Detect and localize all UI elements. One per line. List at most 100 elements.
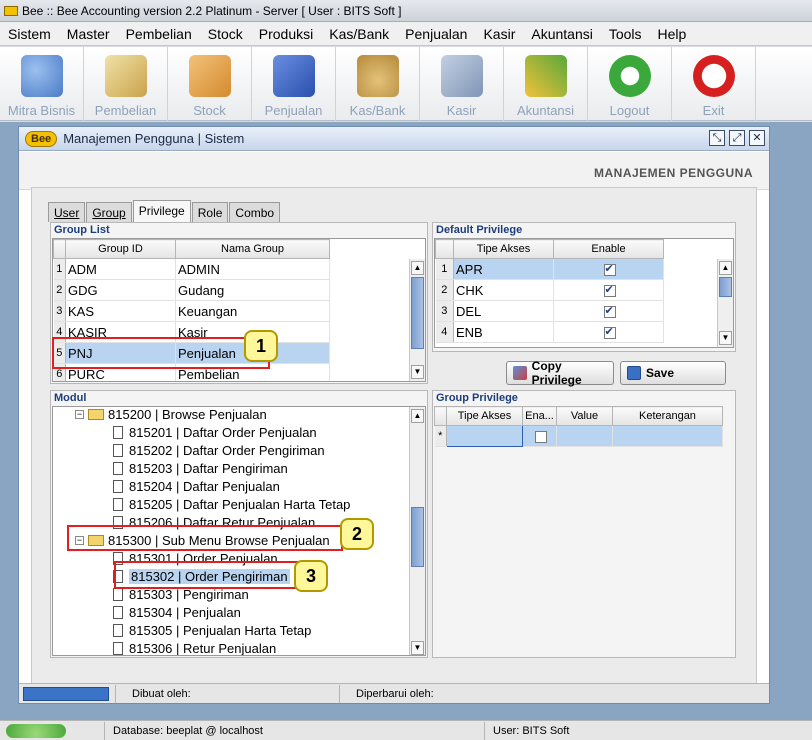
folder-open-icon [88,408,104,420]
scroll-up-icon[interactable]: ▲ [719,261,732,275]
table-row[interactable]: 4 ENB [435,321,664,343]
table-row[interactable]: 3 DEL [435,300,664,322]
copy-users-icon [513,366,527,380]
callout-badge-2: 2 [340,518,374,550]
maximize-icon[interactable]: ⤢ [729,130,745,146]
scroll-down-icon[interactable]: ▼ [411,365,424,379]
toolbar-exit-button[interactable]: Exit [672,47,756,121]
power-icon [692,55,735,97]
menu-tools[interactable]: Tools [607,24,644,44]
table-row[interactable]: 3 KAS Keuangan [53,300,330,322]
toolbar-pembelian-button[interactable]: Pembelian [84,47,168,121]
tree-node[interactable]: 815203 | Daftar Pengiriman [113,459,288,477]
keterangan-input[interactable] [612,425,723,447]
document-icon [113,497,123,511]
document-icon [113,443,123,457]
toolbar-kasir-button[interactable]: Kasir [420,47,504,121]
table-row[interactable]: 2 GDG Gudang [53,279,330,301]
col-tipe-akses[interactable]: Tipe Akses [453,239,554,259]
col-keterangan[interactable]: Keterangan [612,406,723,426]
enable-checkbox[interactable] [603,325,616,340]
tab-role[interactable]: Role [191,202,229,222]
collapse-icon[interactable]: − [75,409,84,419]
tab-group[interactable]: Group [86,202,132,222]
callout-badge-3: 3 [294,560,328,592]
tree-node-folder[interactable]: − 815200 | Browse Penjualan [75,407,267,423]
callout-badge-1: 1 [244,330,278,362]
value-input[interactable] [556,425,613,447]
toolbar-mitra-bisnis-button[interactable]: Mitra Bisnis [0,47,84,121]
tab-combo[interactable]: Combo [229,202,281,222]
col-enable[interactable]: Enable [553,239,664,259]
toolbar-kas-bank-button[interactable]: Kas/Bank [336,47,420,121]
group-privilege-grid[interactable]: Tipe Akses Ena... Value Keterangan * [434,406,734,656]
header-band: MANAJEMEN PENGGUNA [19,152,769,190]
scroll-up-icon[interactable]: ▲ [411,409,424,423]
save-button[interactable]: Save [620,361,726,385]
tree-node[interactable]: 815304 | Penjualan [113,603,241,621]
default-privilege-scrollbar[interactable]: ▲ ▼ [717,259,733,347]
table-row[interactable]: 1 ADM ADMIN [53,258,330,280]
col-value[interactable]: Value [556,406,613,426]
toolbar-stock-button[interactable]: Stock [168,47,252,121]
tab-user[interactable]: User [48,202,86,222]
tab-privilege[interactable]: Privilege [132,200,191,222]
child-title-bar: Bee Manajemen Pengguna | Sistem ⤡ ⤢ ✕ [19,127,769,151]
toolbar-akuntansi-button[interactable]: Akuntansi [504,47,588,121]
tree-node[interactable]: 815202 | Daftar Order Pengiriman [113,441,325,459]
people-icon [20,55,63,97]
group-list-title: Group List [54,224,110,236]
tree-node[interactable]: 815305 | Penjualan Harta Tetap [113,621,311,639]
copy-privilege-button[interactable]: Copy Privilege [506,359,614,387]
menu-sistem[interactable]: Sistem [6,24,53,44]
tree-node[interactable]: 815201 | Daftar Order Penjualan [113,423,317,441]
toolbar-logout-button[interactable]: Logout [588,47,672,121]
toolbar-penjualan-button[interactable]: Penjualan [252,47,336,121]
menu-bar: Sistem Master Pembelian Stock Produksi K… [0,22,812,46]
scroll-up-icon[interactable]: ▲ [411,261,424,275]
scroll-down-icon[interactable]: ▼ [411,641,424,655]
menu-kas-bank[interactable]: Kas/Bank [327,24,391,44]
menu-help[interactable]: Help [656,24,689,44]
callout-box-3 [114,561,298,589]
tree-node[interactable]: 815205 | Daftar Penjualan Harta Tetap [113,495,350,513]
tipe-akses-input[interactable] [446,425,523,447]
menu-master[interactable]: Master [65,24,112,44]
menu-produksi[interactable]: Produksi [257,24,315,44]
privilege-tabs: User Group Privilege Role Combo [48,200,281,222]
col-enable[interactable]: Ena... [522,406,557,426]
menu-penjualan[interactable]: Penjualan [403,24,469,44]
created-by-label: Dibuat oleh: [115,684,339,703]
bee-app-icon [4,5,18,16]
document-icon [113,641,123,655]
col-nama-group[interactable]: Nama Group [175,239,330,259]
callout-box-1 [52,337,270,369]
new-row[interactable]: * [434,425,723,447]
document-icon [113,461,123,475]
database-status: Database: beeplat @ localhost [104,721,484,740]
restore-icon[interactable]: ⤡ [709,130,725,146]
tree-node[interactable]: 815306 | Retur Penjualan [113,639,276,655]
scroll-down-icon[interactable]: ▼ [719,331,732,345]
table-row-selected[interactable]: 1 APR [435,258,664,280]
enable-checkbox[interactable] [603,262,616,277]
default-privilege-grid[interactable]: Tipe Akses Enable 1 APR 2 CHK 3 DEL 4 EN… [434,238,734,348]
group-privilege-title: Group Privilege [436,392,518,404]
app-title-bar: Bee :: Bee Accounting version 2.2 Platin… [0,0,812,22]
group-list-scrollbar[interactable]: ▲ ▼ [409,259,425,381]
enable-checkbox[interactable] [603,304,616,319]
col-tipe-akses[interactable]: Tipe Akses [446,406,523,426]
cart-icon [440,55,483,97]
enable-checkbox[interactable] [603,283,616,298]
user-status: User: BITS Soft [484,721,804,740]
close-icon[interactable]: ✕ [749,130,765,146]
menu-stock[interactable]: Stock [206,24,245,44]
modul-scrollbar[interactable]: ▲ ▼ [409,407,425,655]
col-group-id[interactable]: Group ID [65,239,176,259]
menu-kasir[interactable]: Kasir [481,24,517,44]
tree-node[interactable]: 815204 | Daftar Penjualan [113,477,280,495]
enable-checkbox[interactable] [534,431,547,444]
menu-akuntansi[interactable]: Akuntansi [529,24,594,44]
menu-pembelian[interactable]: Pembelian [124,24,194,44]
table-row[interactable]: 2 CHK [435,279,664,301]
